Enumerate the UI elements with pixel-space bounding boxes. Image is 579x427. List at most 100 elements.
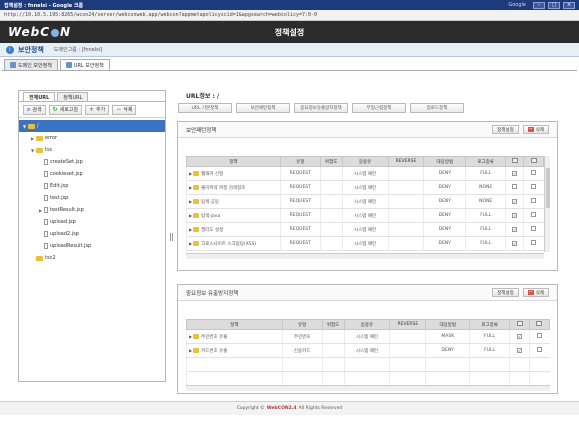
scrollbar-thumb[interactable] xyxy=(546,168,550,208)
table-row[interactable]: ▶ 크로스사이트 스크립팅(XSS) REQUEST 시스템 패턴 DENY FULL ✓ xyxy=(186,236,544,251)
close-button[interactable]: × xyxy=(563,1,575,9)
select-cell[interactable] xyxy=(523,180,544,195)
search-button[interactable]: ⌕ 검색 xyxy=(23,104,46,115)
select-checkbox[interactable] xyxy=(531,198,537,203)
tab-domain-policy[interactable]: 도메인 보안정책 xyxy=(4,59,58,70)
subtab-url-basic[interactable]: URL 기본정책 xyxy=(178,103,232,113)
enable-cell[interactable]: ✓ xyxy=(505,222,524,237)
expand-icon[interactable]: ▶ xyxy=(189,348,192,353)
subtab-leak-prevention[interactable]: 중요정보유출방지정책 xyxy=(294,103,348,113)
column-header[interactable]: 응용유 xyxy=(341,156,389,167)
select-checkbox[interactable] xyxy=(531,184,537,189)
tree-node[interactable]: createSet.jsp xyxy=(19,156,165,168)
column-header[interactable]: 로그종류 xyxy=(465,156,507,167)
column-header[interactable]: 위험도 xyxy=(321,319,345,330)
column-header[interactable]: 정책 xyxy=(186,319,283,330)
add-button[interactable]: + 추가 xyxy=(85,104,110,115)
tree-node[interactable]: test.jsp xyxy=(19,192,165,204)
table-row[interactable]: ▶ 탐색·java REQUEST 시스템 패턴 DENY FULL ✓ xyxy=(186,208,544,223)
expand-icon[interactable]: ▶ xyxy=(189,334,192,339)
enable-checkbox[interactable]: ✓ xyxy=(512,212,518,218)
column-header[interactable]: REVERSE xyxy=(387,156,425,167)
tree-node[interactable]: ▼ tsc xyxy=(19,144,165,156)
column-header[interactable] xyxy=(505,156,524,167)
policy-delete-button[interactable]: − 삭제 xyxy=(522,288,549,297)
column-header[interactable]: 위험도 xyxy=(319,156,343,167)
tree-node[interactable]: tsc2 xyxy=(19,252,165,264)
expand-icon[interactable]: ▶ xyxy=(189,171,192,176)
select-checkbox[interactable] xyxy=(531,170,537,175)
subtab-access[interactable]: 부정근접정책 xyxy=(352,103,406,113)
table-hscrollbar[interactable] xyxy=(186,253,544,259)
column-header[interactable] xyxy=(528,319,551,330)
table-row[interactable]: ▶ 탐색·공동 REQUEST 시스템 패턴 DENY NONE ✓ xyxy=(186,194,544,209)
splitter-handle[interactable] xyxy=(170,233,173,241)
select-checkbox[interactable] xyxy=(531,226,537,231)
table-row[interactable]: ▶ 웹해커 선정 REQUEST 시스템 패턴 DENY FULL ✓ xyxy=(186,166,544,181)
table-row[interactable]: ▶ 카드번호 유출 신용카드 시스템 패턴 DENY FULL ✓ xyxy=(186,343,550,358)
tab-url-policy[interactable]: URL 보안정책 xyxy=(59,59,110,70)
select-cell[interactable] xyxy=(523,236,544,251)
select-checkbox[interactable] xyxy=(531,212,537,217)
select-cell[interactable] xyxy=(528,329,550,344)
enable-checkbox[interactable]: ✓ xyxy=(512,226,518,232)
select-cell[interactable] xyxy=(528,343,550,358)
column-header[interactable]: 유형 xyxy=(279,156,321,167)
delete-button[interactable]: − 삭제 xyxy=(112,104,137,115)
tab-all-url[interactable]: 전체URL xyxy=(23,92,56,101)
subtab-security-pattern[interactable]: 보안패턴정책 xyxy=(236,103,290,113)
expand-icon[interactable]: ▶ xyxy=(189,213,192,218)
enable-cell[interactable]: ✓ xyxy=(505,194,524,209)
expand-icon[interactable]: ▶ xyxy=(189,241,192,246)
select-cell[interactable] xyxy=(523,194,544,209)
tree-node[interactable]: upload.jsp xyxy=(19,216,165,228)
policy-set-button[interactable]: 정책설정 xyxy=(492,288,519,297)
enable-cell[interactable]: ✓ xyxy=(505,166,524,181)
expand-icon[interactable]: ▶ xyxy=(189,199,192,204)
enable-checkbox[interactable]: ✓ xyxy=(512,198,518,204)
select-checkbox[interactable] xyxy=(537,333,543,338)
table-row[interactable]: ▶ 필터도 설정 REQUEST 시스템 패턴 DENY FULL ✓ xyxy=(186,222,544,237)
maximize-button[interactable]: □ xyxy=(548,1,560,9)
enable-cell[interactable]: ✓ xyxy=(509,343,530,358)
column-header[interactable]: 유형 xyxy=(281,319,323,330)
column-header[interactable]: 정책 xyxy=(186,156,281,167)
subtab-upload[interactable]: 업로드정책 xyxy=(410,103,464,113)
tree-node[interactable]: ▼ / xyxy=(19,120,165,132)
tree-node[interactable]: ▶ testResult.jsp xyxy=(19,204,165,216)
policy-delete-button[interactable]: − 삭제 xyxy=(522,125,549,134)
enable-checkbox[interactable]: ✓ xyxy=(517,347,523,353)
enable-cell[interactable] xyxy=(505,180,524,195)
expand-icon[interactable]: ▶ xyxy=(189,185,192,190)
refresh-button[interactable]: ↻ 새로고침 xyxy=(48,104,83,115)
column-header[interactable]: REVERSE xyxy=(389,319,427,330)
tree-node[interactable]: cookieset.jsp xyxy=(19,168,165,180)
tree-node[interactable]: uploadResult.jsp xyxy=(19,240,165,252)
column-header[interactable] xyxy=(509,319,530,330)
tree-node[interactable]: upload2.jsp xyxy=(19,228,165,240)
table-row[interactable]: ▶ 불미취약 파정 검색점조 REQUEST 시스템 패턴 DENY NONE xyxy=(186,180,544,195)
address-bar[interactable]: http://10.10.5.195:8265/wcon24/server/we… xyxy=(0,10,579,21)
enable-cell[interactable]: ✓ xyxy=(505,236,524,251)
column-header[interactable]: 대응방법 xyxy=(425,319,471,330)
enable-checkbox[interactable]: ✓ xyxy=(517,333,523,339)
column-header[interactable]: 대응방법 xyxy=(423,156,467,167)
select-cell[interactable] xyxy=(523,222,544,237)
select-cell[interactable] xyxy=(523,208,544,223)
policy-set-button[interactable]: 정책설정 xyxy=(492,125,519,134)
column-header[interactable]: 응용유 xyxy=(343,319,391,330)
enable-checkbox[interactable]: ✓ xyxy=(512,240,518,246)
enable-cell[interactable]: ✓ xyxy=(505,208,524,223)
enable-checkbox[interactable] xyxy=(512,184,518,189)
select-checkbox[interactable] xyxy=(531,240,537,245)
tree-node[interactable]: Edit.jsp xyxy=(19,180,165,192)
table-scrollbar[interactable] xyxy=(544,156,550,252)
minimize-button[interactable]: – xyxy=(533,1,545,9)
table-row[interactable]: ▶ 주민번호 유출 주민번호 시스템 패턴 MASK FULL ✓ xyxy=(186,329,550,344)
table-hscrollbar[interactable] xyxy=(186,385,550,391)
tree-node[interactable]: ▶ error xyxy=(19,132,165,144)
enable-cell[interactable]: ✓ xyxy=(509,329,530,344)
expand-icon[interactable]: ▶ xyxy=(189,227,192,232)
column-header[interactable] xyxy=(523,156,544,167)
column-header[interactable]: 로그종류 xyxy=(469,319,511,330)
